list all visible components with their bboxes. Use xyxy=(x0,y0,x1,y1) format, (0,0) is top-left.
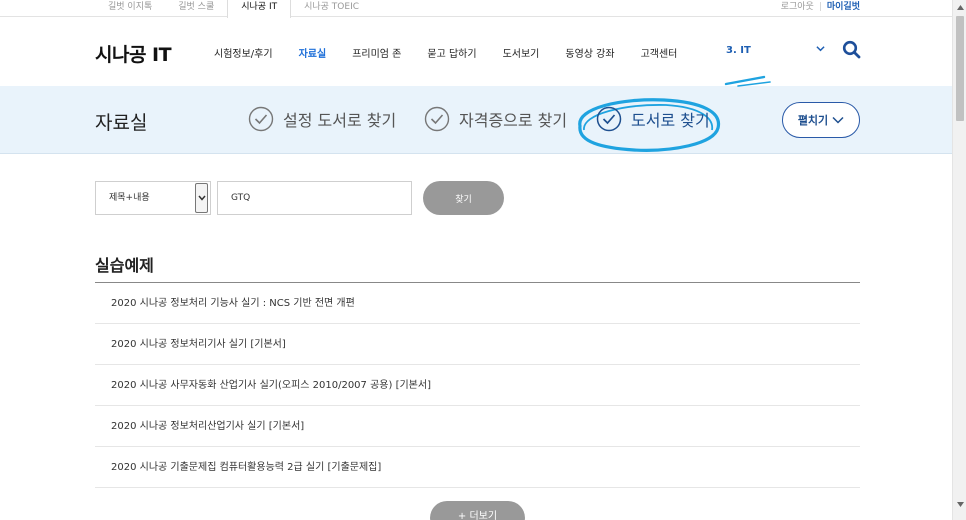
expand-label: 펼치기 xyxy=(797,114,829,127)
select-value: 제목+내용 xyxy=(109,193,150,203)
search-input[interactable]: GTQ xyxy=(217,181,412,215)
scroll-up-arrow-icon[interactable] xyxy=(953,0,966,14)
category-select-label[interactable]: 3. IT xyxy=(726,45,751,56)
shortcut-label: 자격증으로 찾기 xyxy=(459,111,568,130)
logout-link[interactable]: 로그아웃 xyxy=(781,0,814,14)
section-title: 실습예제 xyxy=(95,256,154,275)
chevron-down-icon xyxy=(832,116,844,124)
site-tab-gilbut-eztalk[interactable]: 길벗 이지톡 xyxy=(95,0,165,16)
site-header: 시나공 IT 시험정보/후기 자료실 프리미엄 존 묻고 답하기 도서보기 동영… xyxy=(0,18,952,86)
check-circle-icon xyxy=(596,106,622,132)
search-icon[interactable] xyxy=(842,40,862,60)
search-field-select[interactable]: 제목+내용 xyxy=(95,181,211,215)
nav-premium-zone[interactable]: 프리미엄 존 xyxy=(352,45,401,60)
site-tab-sinagong-it[interactable]: 시나공 IT xyxy=(227,0,292,18)
list-item[interactable]: 2020 시나공 사무자동화 산업기사 실기(오피스 2010/2007 공용)… xyxy=(95,365,860,406)
page: 길벗 이지톡 길벗 스쿨 시나공 IT 시나공 TOEIC 로그아웃 | 마이길… xyxy=(0,0,966,520)
nav-exam-info[interactable]: 시험정보/후기 xyxy=(214,45,273,60)
page-scrollbar[interactable] xyxy=(952,0,966,520)
shortcut-set-book-search[interactable]: 설정 도서로 찾기 xyxy=(248,106,396,132)
site-tab-gilbut-school[interactable]: 길벗 스쿨 xyxy=(165,0,227,16)
check-circle-icon xyxy=(248,106,274,132)
mypage-link[interactable]: 마이길벗 xyxy=(827,0,860,14)
site-logo[interactable]: 시나공 IT xyxy=(95,40,172,67)
list-item[interactable]: 2020 시나공 기출문제집 컴퓨터활용능력 2급 실기 [기출문제집] xyxy=(95,447,860,488)
site-tabs: 길벗 이지톡 길벗 스쿨 시나공 IT 시나공 TOEIC xyxy=(95,0,372,18)
shortcut-label: 설정 도서로 찾기 xyxy=(283,111,397,130)
shortcut-certificate-search[interactable]: 자격증으로 찾기 xyxy=(424,106,567,132)
shortcut-label: 도서로 찾기 xyxy=(631,111,710,130)
highlight-dash-marker xyxy=(724,75,771,87)
search-button[interactable]: 찾기 xyxy=(423,181,504,215)
scroll-down-arrow-icon[interactable] xyxy=(953,497,966,511)
list-item[interactable]: 2020 시나공 정보처리산업기사 실기 [기본서] xyxy=(95,406,860,447)
check-circle-icon xyxy=(424,106,450,132)
expand-button[interactable]: 펼치기 xyxy=(782,102,860,138)
utility-separator: | xyxy=(818,2,822,12)
main-nav: 시험정보/후기 자료실 프리미엄 존 묻고 답하기 도서보기 동영상 강좌 고객… xyxy=(214,45,703,60)
shortcut-book-search[interactable]: 도서로 찾기 xyxy=(596,106,710,132)
scrollbar-thumb[interactable] xyxy=(956,16,964,121)
book-list: 2020 시나공 정보처리 기능사 실기 : NCS 기반 전면 개편 2020… xyxy=(95,283,860,488)
list-item[interactable]: 2020 시나공 정보처리기사 실기 [기본서] xyxy=(95,324,860,365)
utility-links: 로그아웃 | 마이길벗 xyxy=(781,0,860,14)
chevron-down-icon[interactable] xyxy=(816,42,825,56)
nav-resources[interactable]: 자료실 xyxy=(299,45,327,60)
top-utility-bar: 길벗 이지톡 길벗 스쿨 시나공 IT 시나공 TOEIC 로그아웃 | 마이길… xyxy=(0,0,952,18)
banner-title: 자료실 xyxy=(95,112,148,134)
search-form: 제목+내용 GTQ 찾기 xyxy=(95,181,504,215)
site-tab-sinagong-toeic[interactable]: 시나공 TOEIC xyxy=(291,0,372,16)
list-item[interactable]: 2020 시나공 정보처리 기능사 실기 : NCS 기반 전면 개편 xyxy=(95,283,860,324)
nav-customer-center[interactable]: 고객센터 xyxy=(641,45,678,60)
resources-banner: 자료실 설정 도서로 찾기 자격증으로 찾기 도서로 찾기 펼치기 xyxy=(0,86,952,154)
nav-books[interactable]: 도서보기 xyxy=(503,45,540,60)
chevron-down-icon xyxy=(195,183,208,213)
more-button[interactable]: + 더보기 xyxy=(430,501,525,520)
nav-video-lectures[interactable]: 동영상 강좌 xyxy=(565,45,614,60)
nav-qna[interactable]: 묻고 답하기 xyxy=(427,45,476,60)
